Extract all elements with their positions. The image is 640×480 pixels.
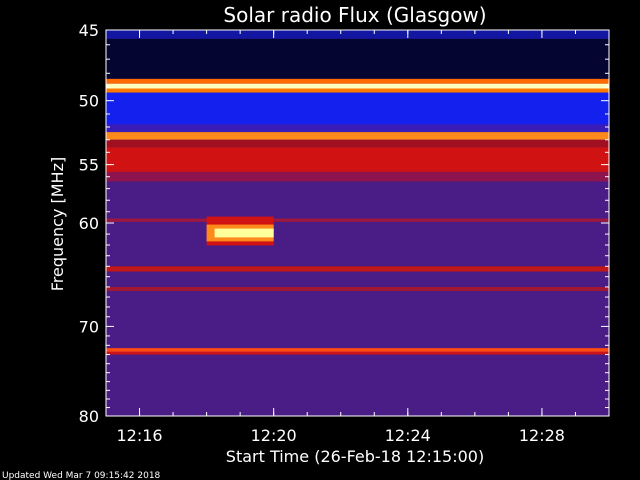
y-tick-label: 45 <box>79 21 99 40</box>
y-tick-label: 50 <box>79 92 99 111</box>
x-tick-labels: 12:16 12:20 12:24 12:28 <box>116 426 565 445</box>
x-tick-label: 12:20 <box>251 426 297 445</box>
x-axis-title: Start Time (26-Feb-18 12:15:00) <box>226 447 484 466</box>
frequency-band <box>106 286 609 291</box>
x-tick-label: 12:16 <box>116 426 162 445</box>
plot-area <box>105 29 610 417</box>
y-tick-label: 80 <box>79 407 99 426</box>
frequency-band <box>106 132 609 140</box>
update-footer: Updated Wed Mar 7 09:15:42 2018 <box>2 471 161 480</box>
x-tick-label: 12:24 <box>385 426 431 445</box>
frequency-band <box>106 88 609 93</box>
y-tick-label: 55 <box>79 156 99 175</box>
y-tick-label: 60 <box>79 214 99 233</box>
frequency-band <box>106 30 609 39</box>
frequency-band <box>106 83 609 89</box>
frequency-band <box>106 218 609 222</box>
frequency-band <box>106 351 609 355</box>
frequency-band <box>106 348 609 352</box>
frequency-band <box>106 124 609 133</box>
spectrogram-chart: Solar radio Flux (Glasgow) 455055607080 … <box>2 3 610 480</box>
chart-title: Solar radio Flux (Glasgow) <box>223 3 486 27</box>
frequency-band <box>106 92 609 125</box>
frequency-band <box>106 147 609 172</box>
frequency-band <box>106 266 609 272</box>
frequency-band <box>106 38 609 79</box>
y-axis-title: Frequency [MHz] <box>48 157 67 291</box>
y-tick-labels: 45 50 55 60 70 80 <box>79 21 99 426</box>
frequency-band <box>106 139 609 148</box>
frequency-band <box>106 171 609 182</box>
y-tick-label: 70 <box>79 317 99 336</box>
x-tick-label: 12:28 <box>519 426 565 445</box>
frequency-band <box>106 78 609 84</box>
burst-core <box>214 228 274 238</box>
